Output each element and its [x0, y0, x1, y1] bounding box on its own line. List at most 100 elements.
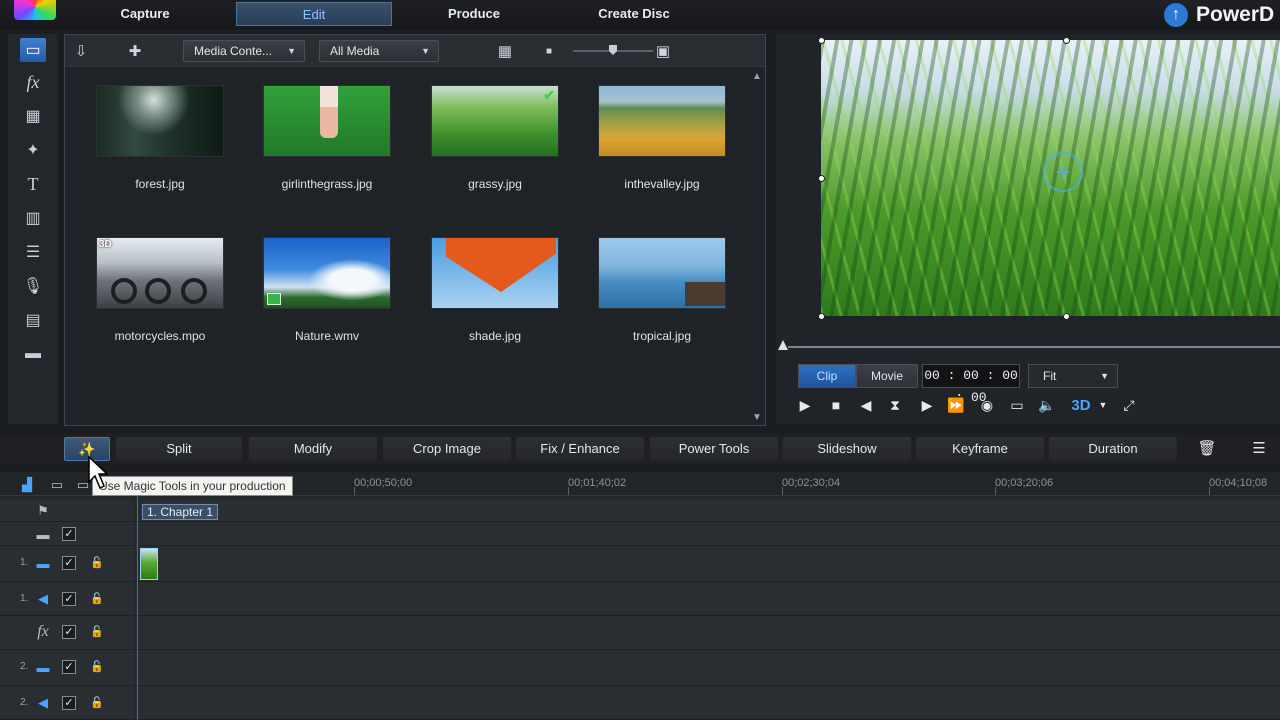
preview-scrubber[interactable]	[788, 346, 1280, 348]
undock-icon[interactable]: ⤢	[1118, 394, 1140, 416]
chevron-down-icon: ▼	[421, 46, 430, 56]
ruler-label: 00;01;40;02	[568, 477, 627, 489]
small-thumbnail-icon[interactable]: ■	[535, 39, 563, 63]
track-number: 1.	[20, 557, 29, 568]
resize-handle[interactable]	[818, 37, 825, 44]
tab-capture[interactable]: Capture	[96, 2, 194, 26]
fx-room-icon[interactable]: fx	[20, 70, 46, 94]
track-enable-checkbox[interactable]: ✓	[62, 625, 76, 639]
resize-handle[interactable]	[1063, 37, 1070, 44]
subtitle-room-icon[interactable]: ▬	[20, 342, 46, 366]
transition-room-icon[interactable]: ▥	[20, 206, 46, 230]
fast-forward-icon[interactable]: ⏩	[945, 394, 967, 416]
media-content-dropdown[interactable]: Media Conte... ▼	[183, 40, 305, 62]
track-audio-2[interactable]	[136, 686, 1280, 720]
media-item[interactable]: tropical.jpg	[598, 237, 726, 343]
media-item[interactable]: Nature.wmv	[263, 237, 391, 343]
media-item[interactable]: girlinthegrass.jpg	[263, 85, 391, 191]
media-item[interactable]: shade.jpg	[431, 237, 559, 343]
audio-mixing-room-icon[interactable]: ☰	[20, 240, 46, 264]
fit-label: Fit	[1043, 369, 1057, 383]
storyboard-view-icon[interactable]: ▭	[46, 476, 68, 494]
timeline-clip[interactable]	[140, 548, 158, 580]
media-item-name: tropical.jpg	[632, 329, 692, 343]
track-enable-checkbox[interactable]: ✓	[62, 660, 76, 674]
track-audio-1[interactable]	[136, 582, 1280, 616]
pip-room-icon[interactable]: ▦	[20, 104, 46, 128]
tab-create-disc[interactable]: Create Disc	[578, 2, 690, 26]
large-thumbnail-icon[interactable]: ▣	[649, 39, 677, 63]
resize-handle[interactable]	[818, 313, 825, 320]
more-features-icon[interactable]: ☰	[1246, 437, 1272, 461]
media-room-icon[interactable]: ▭	[20, 38, 46, 62]
playhead[interactable]	[137, 496, 138, 720]
media-scrollbar[interactable]: ▲ ▼	[751, 71, 763, 423]
thumbnail-tropical	[598, 237, 726, 309]
lock-icon[interactable]: 🔓	[90, 592, 104, 606]
play-icon[interactable]: ▶	[794, 394, 816, 416]
crop-image-button[interactable]: Crop Image	[383, 437, 511, 461]
preview-mode-row: Clip Movie 00 : 00 : 00 : 00 Fit ▼	[776, 364, 1280, 405]
voice-over-icon[interactable]: 🎙	[20, 274, 46, 298]
track-enable-checkbox[interactable]: ✓	[62, 527, 76, 541]
slider-thumb[interactable]	[609, 45, 617, 55]
preview-image[interactable]: +	[821, 40, 1280, 316]
grid-view-icon[interactable]: ▦	[491, 39, 519, 63]
track-video-1[interactable]	[136, 546, 1280, 582]
split-icon[interactable]: ⧗	[884, 394, 906, 416]
snapshot-icon[interactable]: ◉	[976, 394, 998, 416]
scroll-down-icon[interactable]: ▼	[752, 412, 762, 423]
volume-icon[interactable]: 🔈	[1036, 394, 1058, 416]
3d-mode-button[interactable]: 3D	[1070, 394, 1092, 416]
track-subtitle[interactable]	[136, 522, 1280, 546]
chevron-down-icon[interactable]: ▼	[1092, 394, 1114, 416]
lock-icon[interactable]: 🔓	[90, 660, 104, 674]
tab-edit[interactable]: Edit	[236, 2, 392, 26]
thumbnail-size-slider[interactable]	[573, 45, 653, 55]
tab-produce[interactable]: Produce	[426, 2, 522, 26]
track-fx[interactable]	[136, 616, 1280, 650]
track-video-2[interactable]	[136, 650, 1280, 686]
fix-enhance-button[interactable]: Fix / Enhance	[516, 437, 644, 461]
plugins-icon[interactable]: ✚	[121, 39, 149, 63]
keyframe-button[interactable]: Keyframe	[916, 437, 1044, 461]
power-tools-button[interactable]: Power Tools	[650, 437, 778, 461]
zoom-fit-dropdown[interactable]: Fit ▼	[1028, 364, 1118, 388]
lock-icon[interactable]: 🔓	[90, 625, 104, 639]
media-filter-dropdown[interactable]: All Media ▼	[319, 40, 439, 62]
split-button[interactable]: Split	[116, 437, 242, 461]
slideshow-button[interactable]: Slideshow	[783, 437, 911, 461]
upgrade-icon[interactable]: ↑	[1164, 3, 1188, 27]
preview-quality-icon[interactable]: ▭	[1006, 394, 1028, 416]
title-room-icon[interactable]: T	[20, 172, 46, 196]
media-item[interactable]: inthevalley.jpg	[598, 85, 726, 191]
resize-handle[interactable]	[1063, 313, 1070, 320]
modify-button[interactable]: Modify	[249, 437, 377, 461]
media-item[interactable]: ✔ grassy.jpg	[431, 85, 559, 191]
duration-button[interactable]: Duration	[1049, 437, 1177, 461]
chapter-room-icon[interactable]: ▤	[20, 308, 46, 332]
stop-icon[interactable]: ■	[825, 394, 847, 416]
media-item[interactable]: 3D motorcycles.mpo	[96, 237, 224, 343]
resize-handle[interactable]	[818, 175, 825, 182]
lock-icon[interactable]: 🔓	[90, 556, 104, 570]
scroll-up-icon[interactable]: ▲	[752, 71, 762, 82]
track-enable-checkbox[interactable]: ✓	[62, 556, 76, 570]
particle-room-icon[interactable]: ✦	[20, 138, 46, 162]
lock-icon[interactable]: 🔓	[90, 696, 104, 710]
movie-mode-button[interactable]: Movie	[856, 364, 918, 388]
timecode-display[interactable]: 00 : 00 : 00 : 00	[922, 364, 1020, 405]
timeline-view-icon[interactable]: ▟	[16, 476, 38, 494]
scrubber-thumb[interactable]	[778, 340, 788, 350]
clip-mode-button[interactable]: Clip	[798, 364, 856, 388]
track-enable-checkbox[interactable]: ✓	[62, 696, 76, 710]
track-chapter[interactable]	[136, 500, 1280, 522]
import-media-icon[interactable]: ⇩	[67, 39, 95, 63]
chapter-marker[interactable]: 1. Chapter 1	[142, 504, 219, 520]
delete-icon[interactable]: 🗑	[1194, 437, 1220, 461]
3d-badge: 3D	[99, 239, 112, 250]
media-item[interactable]: forest.jpg	[96, 85, 224, 191]
previous-frame-icon[interactable]: ◀	[855, 394, 877, 416]
next-frame-icon[interactable]: ▶	[916, 394, 938, 416]
track-enable-checkbox[interactable]: ✓	[62, 592, 76, 606]
